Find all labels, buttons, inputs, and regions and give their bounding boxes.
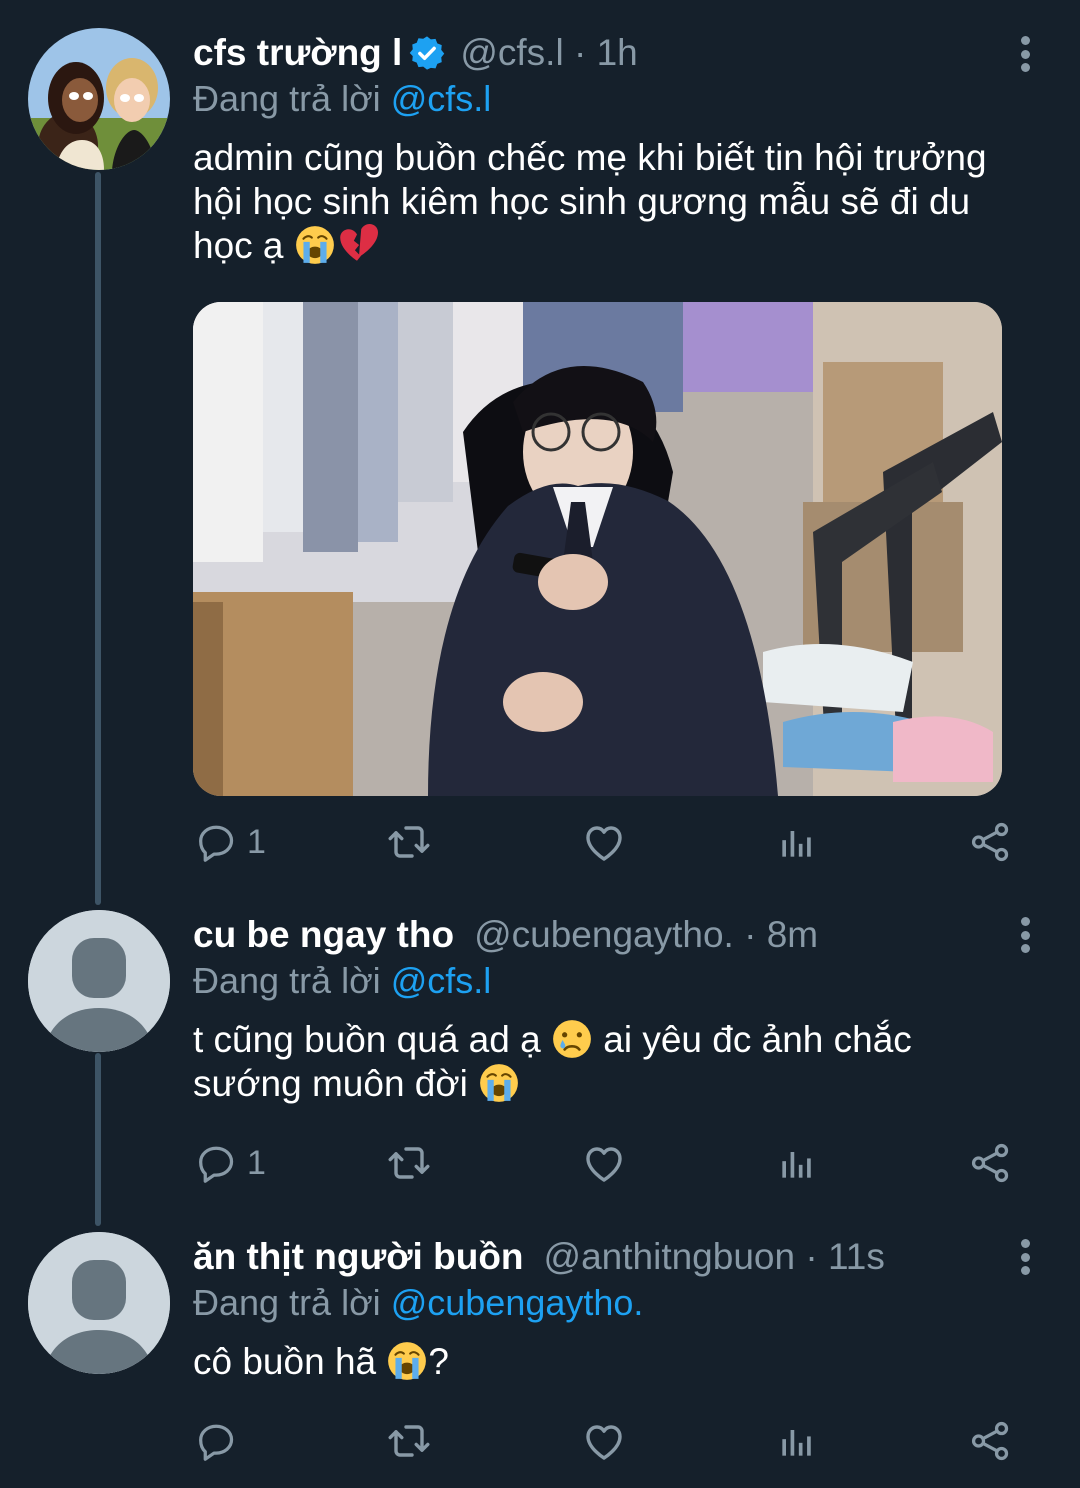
display-name[interactable]: cfs trường l: [193, 30, 402, 76]
tweet-text-line: ?: [428, 1341, 449, 1382]
reply-button[interactable]: [193, 1416, 247, 1466]
retweet-icon: [385, 1139, 433, 1187]
loudly-crying-emoji: [478, 1062, 520, 1104]
reply-mention-link[interactable]: @cfs.l: [391, 960, 492, 1001]
replying-to: Đang trả lời @cfs.l: [193, 76, 1040, 122]
default-avatar: [28, 1232, 170, 1374]
replying-to: Đang trả lời @cfs.l: [193, 958, 1040, 1004]
tweet-text-line: học ạ: [193, 225, 284, 266]
avatar[interactable]: [28, 910, 170, 1052]
reply-count: 1: [247, 1143, 266, 1182]
replying-to: Đang trả lời @cubengaytho.: [193, 1280, 1040, 1326]
avatar[interactable]: [28, 28, 170, 170]
reply-icon: [193, 1140, 239, 1186]
reply-count: 1: [247, 822, 266, 861]
share-button[interactable]: [968, 1138, 1014, 1188]
handle-and-time[interactable]: @anthitngbuon · 11s: [544, 1234, 885, 1280]
reply-mention-link[interactable]: @cfs.l: [391, 78, 492, 119]
tweet-text-line: ai yêu đc ảnh chắc: [603, 1019, 912, 1060]
analytics-button[interactable]: [775, 1416, 819, 1466]
analytics-icon: [775, 1419, 819, 1463]
thread-line: [95, 1053, 101, 1226]
analytics-button[interactable]: [775, 817, 819, 867]
handle-and-time[interactable]: @cubengaytho. · 8m: [474, 912, 818, 958]
default-avatar: [28, 910, 170, 1052]
tweet-text-line: hội học sinh kiêm học sinh gương mẫu sẽ …: [193, 181, 971, 222]
share-icon: [968, 819, 1014, 865]
share-button[interactable]: [968, 1416, 1014, 1466]
reply-icon: [193, 819, 239, 865]
like-button[interactable]: [580, 1416, 628, 1466]
reply-prefix: Đang trả lời: [193, 78, 381, 119]
reply-button[interactable]: 1: [193, 817, 266, 867]
verified-icon: [410, 36, 445, 70]
retweet-button[interactable]: [385, 1416, 433, 1466]
reply-mention-link[interactable]: @cubengaytho.: [391, 1282, 644, 1323]
tweet-media-photo[interactable]: [193, 302, 1002, 796]
more-icon[interactable]: [1020, 917, 1030, 953]
tweet-text-line: cô buồn hã: [193, 1341, 377, 1382]
reply-icon: [193, 1418, 239, 1464]
more-icon[interactable]: [1020, 1239, 1030, 1275]
loudly-crying-emoji: [386, 1340, 428, 1382]
handle-and-time[interactable]: @cfs.l · 1h: [460, 30, 637, 76]
retweet-button[interactable]: [385, 817, 433, 867]
reply-button[interactable]: 1: [193, 1138, 266, 1188]
crying-emoji: [551, 1018, 593, 1060]
analytics-icon: [775, 820, 819, 864]
like-button[interactable]: [580, 817, 628, 867]
analytics-icon: [775, 1141, 819, 1185]
reply-prefix: Đang trả lời: [193, 1282, 381, 1323]
like-button[interactable]: [580, 1138, 628, 1188]
like-icon: [580, 818, 628, 866]
tweet-text: cô buồn hã ?: [193, 1340, 1040, 1384]
retweet-icon: [385, 1417, 433, 1465]
thread-line: [95, 172, 101, 905]
retweet-button[interactable]: [385, 1138, 433, 1188]
tweet-text-line: sướng muôn đời: [193, 1063, 468, 1104]
more-icon[interactable]: [1020, 36, 1030, 72]
tweet-text: admin cũng buồn chếc mẹ khi biết tin hội…: [193, 136, 1040, 268]
photo-young-man-in-suit-looking-at-phone: [193, 302, 1002, 796]
retweet-icon: [385, 818, 433, 866]
analytics-button[interactable]: [775, 1138, 819, 1188]
avatar[interactable]: [28, 1232, 170, 1374]
display-name[interactable]: ăn thịt người buồn: [193, 1234, 524, 1280]
share-button[interactable]: [968, 817, 1014, 867]
display-name[interactable]: cu be ngay tho: [193, 912, 454, 958]
share-icon: [968, 1418, 1014, 1464]
like-icon: [580, 1139, 628, 1187]
reply-prefix: Đang trả lời: [193, 960, 381, 1001]
share-icon: [968, 1140, 1014, 1186]
tweet-text-line: t cũng buồn quá ad ạ: [193, 1019, 541, 1060]
loudly-crying-emoji: [294, 224, 336, 266]
cartoon-dolls-avatar: [28, 28, 170, 170]
tweet-text: t cũng buồn quá ad ạ ai yêu đc ảnh chắc …: [193, 1018, 1040, 1106]
like-icon: [580, 1417, 628, 1465]
broken-heart-emoji: [336, 224, 378, 266]
tweet-text-line: admin cũng buồn chếc mẹ khi biết tin hội…: [193, 137, 987, 178]
